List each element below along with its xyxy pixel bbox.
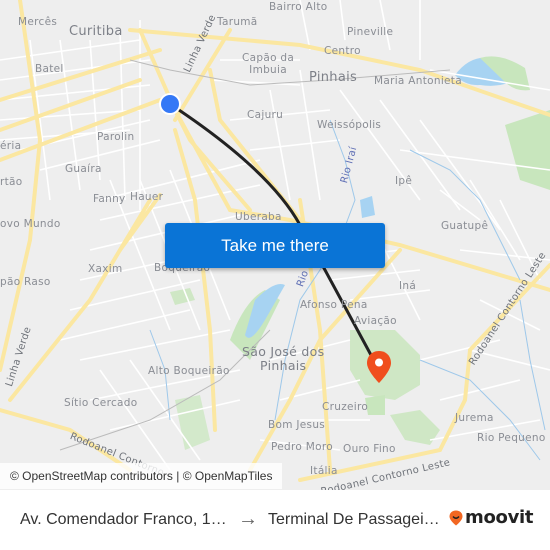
map-label: Cruzeiro	[322, 401, 369, 413]
map-label: Mercês	[18, 16, 58, 28]
map-label: Ouro Fino	[343, 443, 396, 455]
map-label: Bom Jesus	[268, 419, 326, 431]
map-label: éria	[0, 140, 22, 152]
park	[505, 110, 550, 190]
map-canvas[interactable]: Mercês Curitiba Tarumã Bairro Alto Pinev…	[0, 0, 550, 490]
moovit-wordmark: moovit	[465, 507, 534, 528]
map-label: Pedro Moro	[271, 441, 333, 453]
map-label: Pineville	[347, 26, 394, 38]
map-label: rtão	[0, 176, 23, 188]
map-label: Xaxim	[88, 263, 123, 275]
map-label: Capão da Imbuia	[242, 52, 295, 77]
route-footer: Av. Comendador Franco, 1… → Terminal De …	[0, 490, 550, 550]
map-label: Afonso Pena	[300, 299, 368, 311]
map-label: Guaíra	[65, 163, 102, 175]
map-label: Uberaba	[235, 211, 282, 223]
map-label: Ipê	[395, 175, 413, 187]
moovit-pin-icon	[449, 510, 463, 525]
map-label: Itália	[310, 465, 338, 477]
map-label: Curitiba	[69, 24, 123, 39]
origin-dot-icon[interactable]	[158, 92, 182, 116]
map-label: Bairro Alto	[269, 1, 328, 13]
map-label: Tarumã	[217, 16, 258, 28]
map-label: Aviação	[354, 315, 397, 327]
map-label: Jurema	[455, 412, 494, 424]
map-label: Batel	[35, 63, 64, 75]
map-label: Parolin	[97, 131, 135, 143]
map-label: Fanny	[93, 193, 126, 205]
map-label: Pinhais	[309, 70, 358, 85]
lake	[360, 196, 375, 218]
map-label: Sítio Cercado	[64, 397, 138, 409]
map-label: Rio Pequeno	[477, 432, 546, 444]
map-label: pão Raso	[0, 276, 51, 288]
map-label: Weissópolis	[317, 119, 382, 131]
map-label: Guatupê	[441, 220, 489, 232]
map-label: Hauer	[130, 191, 164, 203]
moovit-logo[interactable]: moovit	[449, 507, 534, 528]
destination-label: Terminal De Passagei…	[268, 511, 440, 528]
map-label: ovo Mundo	[0, 218, 61, 230]
arrow-right-icon: →	[238, 508, 258, 530]
map-label: Centro	[324, 45, 361, 57]
map-pin-icon[interactable]	[365, 350, 393, 386]
origin-label: Av. Comendador Franco, 1…	[20, 511, 227, 528]
map-label: Maria Antonieta	[374, 75, 462, 87]
map-label: Iná	[399, 280, 417, 292]
map-label: Alto Boqueirão	[148, 365, 230, 377]
park	[170, 288, 195, 305]
map-attribution[interactable]: © OpenStreetMap contributors | © OpenMap…	[0, 463, 283, 489]
map-label: São José dos Pinhais	[242, 344, 325, 374]
map-label: Cajuru	[247, 109, 284, 121]
take-me-there-button[interactable]: Take me there	[165, 223, 385, 268]
